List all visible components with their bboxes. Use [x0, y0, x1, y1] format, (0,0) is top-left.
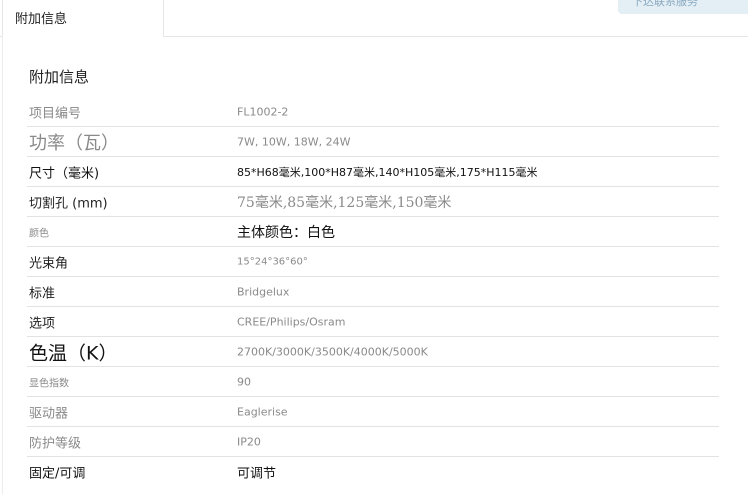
attr-label: 项目编号 — [29, 106, 82, 121]
table-row: 项目编号 FL1002-2 — [27, 97, 719, 127]
notice-text: 下达联系服务 — [632, 0, 698, 8]
attr-label: 驱动器 — [29, 406, 69, 421]
attributes-table: 项目编号 FL1002-2 功率（瓦） 7W, 10W, 18W, 24W 尺寸… — [27, 97, 719, 486]
attr-value: 可调节 — [237, 466, 277, 481]
attr-value: IP20 — [237, 435, 261, 448]
attr-label: 选项 — [29, 316, 56, 331]
attr-label: 尺寸（毫米) — [29, 166, 100, 181]
table-row: 防护等级 IP20 — [27, 427, 719, 457]
table-row: 光束角 15°24°36°60° — [27, 247, 719, 277]
notice-banner[interactable]: 下达联系服务 — [618, 0, 748, 14]
attr-value: FL1002-2 — [237, 105, 289, 118]
table-row: 选项 CREE/Philips/Osram — [27, 307, 719, 337]
attr-label: 光束角 — [29, 256, 69, 271]
attr-value: 75毫米,85毫米,125毫米,150毫米 — [237, 194, 452, 211]
attr-label: 颜色 — [29, 228, 49, 239]
attr-label: 功率（瓦） — [29, 132, 119, 154]
tab-label: 附加信息 — [15, 12, 68, 27]
tab-bar: 附加信息 下达联系服务 — [0, 0, 748, 37]
attr-label: 切割孔 (mm) — [29, 196, 108, 211]
attr-label: 固定/可调 — [29, 466, 86, 481]
attr-label: 显色指数 — [29, 378, 69, 389]
table-row: 颜色 主体颜色：白色 — [27, 217, 719, 247]
table-row: 切割孔 (mm) 75毫米,85毫米,125毫米,150毫米 — [27, 187, 719, 217]
table-row: 标准 Bridgelux — [27, 277, 719, 307]
attr-value: 90 — [237, 375, 251, 388]
attr-label: 标准 — [29, 286, 56, 301]
attr-value: 2700K/3000K/3500K/4000K/5000K — [237, 345, 428, 358]
attr-value: 85*H68毫米,100*H87毫米,140*H105毫米,175*H115毫米 — [237, 165, 538, 179]
tab-additional-info[interactable]: 附加信息 — [2, 0, 164, 37]
attr-value: CREE/Philips/Osram — [237, 315, 346, 328]
attr-label: 防护等级 — [29, 436, 82, 451]
table-row: 色温（K） 2700K/3000K/3500K/4000K/5000K — [27, 337, 719, 367]
attr-label: 色温（K） — [29, 342, 118, 364]
table-row: 尺寸（毫米) 85*H68毫米,100*H87毫米,140*H105毫米,175… — [27, 157, 719, 187]
table-row: 驱动器 Eaglerise — [27, 397, 719, 427]
content-border — [2, 36, 3, 494]
table-row: 功率（瓦） 7W, 10W, 18W, 24W — [27, 127, 719, 157]
attr-value: 主体颜色：白色 — [237, 224, 335, 241]
table-row: 固定/可调 可调节 — [27, 457, 719, 486]
attr-value: 7W, 10W, 18W, 24W — [237, 135, 351, 148]
section-title: 附加信息 — [29, 68, 90, 86]
attr-value: 15°24°36°60° — [237, 256, 308, 267]
table-row: 显色指数 90 — [27, 367, 719, 397]
attr-value: Eaglerise — [237, 405, 288, 418]
attr-value: Bridgelux — [237, 285, 290, 298]
